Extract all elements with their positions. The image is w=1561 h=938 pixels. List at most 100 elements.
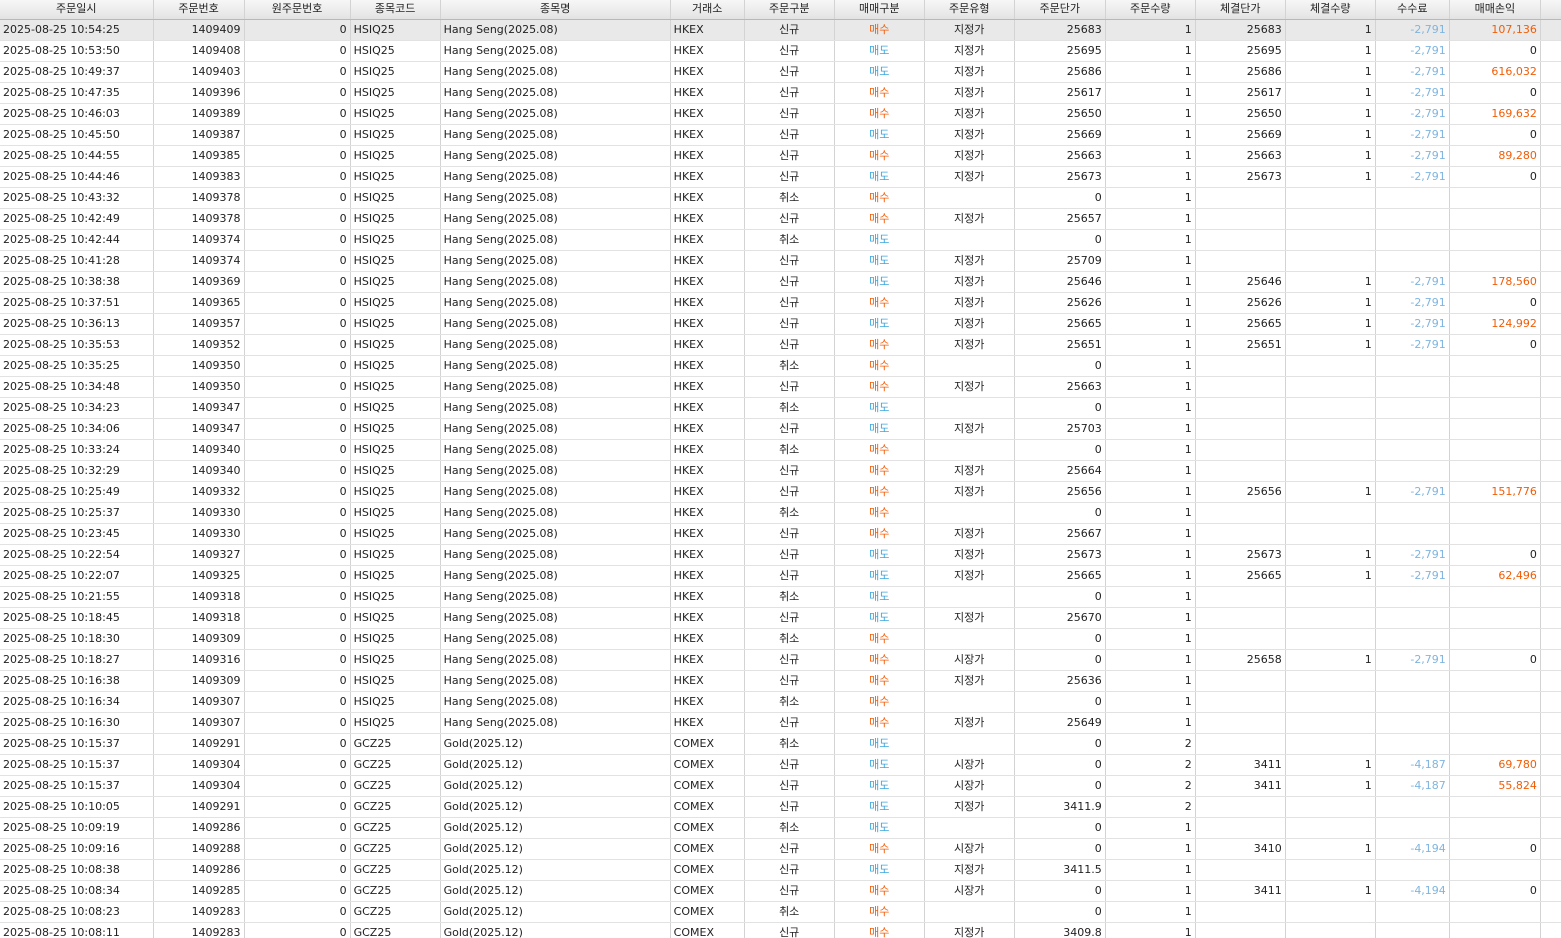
order-type-cell: 지정가	[924, 523, 1015, 545]
order-quantity-cell: 1	[1105, 502, 1196, 524]
header-order-datetime[interactable]: 주문일시	[0, 0, 154, 20]
order-number-cell: 1409352	[153, 334, 245, 356]
exchange-cell: COMEX	[670, 754, 745, 776]
table-row[interactable]: 2025-08-25 10:08:34 1409285 0 GCZ25 Gold(202…	[0, 880, 1561, 902]
table-row[interactable]: 2025-08-25 10:16:38 1409309 0 HSIQ25 Hang Se…	[0, 670, 1561, 692]
table-row[interactable]: 2025-08-25 10:41:28 1409374 0 HSIQ25 Hang Se…	[0, 250, 1561, 272]
exchange-cell: HKEX	[670, 250, 745, 272]
trade-side-cell: 매도	[834, 796, 925, 818]
table-row[interactable]: 2025-08-25 10:23:45 1409330 0 HSIQ25 Hang Se…	[0, 523, 1561, 545]
table-row[interactable]: 2025-08-25 10:53:50 1409408 0 HSIQ25 Hang Se…	[0, 40, 1561, 62]
table-row[interactable]: 2025-08-25 10:16:34 1409307 0 HSIQ25 Hang Se…	[0, 691, 1561, 713]
table-row[interactable]: 2025-08-25 10:25:49 1409332 0 HSIQ25 Hang Se…	[0, 481, 1561, 503]
order-datetime-cell: 2025-08-25 10:32:29	[0, 460, 154, 482]
table-row[interactable]: 2025-08-25 10:10:05 1409291 0 GCZ25 Gold(202…	[0, 796, 1561, 818]
header-fill-price[interactable]: 체결단가	[1195, 0, 1286, 20]
symbol-name-cell: Gold(2025.12)	[440, 817, 671, 839]
order-history-grid[interactable]: 주문일시 주문번호 원주문번호 종목코드 종목명 거래소 주문구분 매매구분 주문유형 주문단가 주…	[0, 0, 1561, 938]
header-extra[interactable]	[1540, 0, 1561, 20]
table-row[interactable]: 2025-08-25 10:18:45 1409318 0 HSIQ25 Hang Se…	[0, 607, 1561, 629]
table-row[interactable]: 2025-08-25 10:35:25 1409350 0 HSIQ25 Hang Se…	[0, 355, 1561, 377]
fill-price-cell	[1195, 502, 1286, 524]
table-row[interactable]: 2025-08-25 10:09:19 1409286 0 GCZ25 Gold(202…	[0, 817, 1561, 839]
table-row[interactable]: 2025-08-25 10:32:29 1409340 0 HSIQ25 Hang Se…	[0, 460, 1561, 482]
header-order-number[interactable]: 주문번호	[153, 0, 245, 20]
table-row[interactable]: 2025-08-25 10:34:48 1409350 0 HSIQ25 Hang Se…	[0, 376, 1561, 398]
order-category-cell: 신규	[744, 838, 835, 860]
order-category-cell: 신규	[744, 418, 835, 440]
table-row[interactable]: 2025-08-25 10:36:13 1409357 0 HSIQ25 Hang Se…	[0, 313, 1561, 335]
fill-quantity-cell: 1	[1285, 544, 1376, 566]
table-row[interactable]: 2025-08-25 10:18:27 1409316 0 HSIQ25 Hang Se…	[0, 649, 1561, 671]
fill-price-cell	[1195, 250, 1286, 272]
table-row[interactable]: 2025-08-25 10:09:16 1409288 0 GCZ25 Gold(202…	[0, 838, 1561, 860]
trade-pnl-cell	[1449, 586, 1541, 608]
original-order-number-cell: 0	[244, 859, 351, 881]
extra-cell	[1540, 586, 1561, 608]
table-row[interactable]: 2025-08-25 10:46:03 1409389 0 HSIQ25 Hang Se…	[0, 103, 1561, 125]
fill-price-cell: 25651	[1195, 334, 1286, 356]
table-row[interactable]: 2025-08-25 10:18:30 1409309 0 HSIQ25 Hang Se…	[0, 628, 1561, 650]
table-row[interactable]: 2025-08-25 10:45:50 1409387 0 HSIQ25 Hang Se…	[0, 124, 1561, 146]
table-row[interactable]: 2025-08-25 10:42:44 1409374 0 HSIQ25 Hang Se…	[0, 229, 1561, 251]
trade-side-cell: 매도	[834, 817, 925, 839]
table-row[interactable]: 2025-08-25 10:22:07 1409325 0 HSIQ25 Hang Se…	[0, 565, 1561, 587]
table-row[interactable]: 2025-08-25 10:16:30 1409307 0 HSIQ25 Hang Se…	[0, 712, 1561, 734]
original-order-number-cell: 0	[244, 40, 351, 62]
table-row[interactable]: 2025-08-25 10:22:54 1409327 0 HSIQ25 Hang Se…	[0, 544, 1561, 566]
table-row[interactable]: 2025-08-25 10:15:37 1409304 0 GCZ25 Gold(202…	[0, 775, 1561, 797]
table-row[interactable]: 2025-08-25 10:34:23 1409347 0 HSIQ25 Hang Se…	[0, 397, 1561, 419]
table-row[interactable]: 2025-08-25 10:43:32 1409378 0 HSIQ25 Hang Se…	[0, 187, 1561, 209]
order-number-cell: 1409409	[153, 19, 245, 41]
header-order-type[interactable]: 주문유형	[924, 0, 1015, 20]
header-exchange[interactable]: 거래소	[670, 0, 745, 20]
order-type-cell	[924, 628, 1015, 650]
table-row[interactable]: 2025-08-25 10:25:37 1409330 0 HSIQ25 Hang Se…	[0, 502, 1561, 524]
table-row[interactable]: 2025-08-25 10:08:38 1409286 0 GCZ25 Gold(202…	[0, 859, 1561, 881]
extra-cell	[1540, 418, 1561, 440]
header-symbol-code[interactable]: 종목코드	[350, 0, 441, 20]
symbol-name-cell: Hang Seng(2025.08)	[440, 334, 671, 356]
header-original-order-number[interactable]: 원주문번호	[244, 0, 351, 20]
trade-side-cell: 매도	[834, 544, 925, 566]
table-row[interactable]: 2025-08-25 10:35:53 1409352 0 HSIQ25 Hang Se…	[0, 334, 1561, 356]
header-order-category[interactable]: 주문구분	[744, 0, 835, 20]
table-row[interactable]: 2025-08-25 10:38:38 1409369 0 HSIQ25 Hang Se…	[0, 271, 1561, 293]
table-row[interactable]: 2025-08-25 10:49:37 1409403 0 HSIQ25 Hang Se…	[0, 61, 1561, 83]
table-row[interactable]: 2025-08-25 10:42:49 1409378 0 HSIQ25 Hang Se…	[0, 208, 1561, 230]
header-symbol-name[interactable]: 종목명	[440, 0, 671, 20]
table-row[interactable]: 2025-08-25 10:37:51 1409365 0 HSIQ25 Hang Se…	[0, 292, 1561, 314]
order-number-cell: 1409316	[153, 649, 245, 671]
order-price-cell: 0	[1014, 355, 1106, 377]
order-datetime-cell: 2025-08-25 10:15:37	[0, 775, 154, 797]
fill-quantity-cell	[1285, 523, 1376, 545]
header-fee[interactable]: 수수료	[1375, 0, 1450, 20]
order-quantity-cell: 1	[1105, 712, 1196, 734]
header-order-price[interactable]: 주문단가	[1014, 0, 1106, 20]
table-row[interactable]: 2025-08-25 10:08:11 1409283 0 GCZ25 Gold(202…	[0, 922, 1561, 938]
exchange-cell: HKEX	[670, 712, 745, 734]
table-row[interactable]: 2025-08-25 10:54:25 1409409 0 HSIQ25 Hang Se…	[0, 19, 1561, 41]
header-order-quantity[interactable]: 주문수량	[1105, 0, 1196, 20]
table-row[interactable]: 2025-08-25 10:15:37 1409304 0 GCZ25 Gold(202…	[0, 754, 1561, 776]
table-row[interactable]: 2025-08-25 10:15:37 1409291 0 GCZ25 Gold(202…	[0, 733, 1561, 755]
symbol-code-cell: GCZ25	[350, 817, 441, 839]
table-row[interactable]: 2025-08-25 10:47:35 1409396 0 HSIQ25 Hang Se…	[0, 82, 1561, 104]
fee-cell: -2,791	[1375, 40, 1450, 62]
table-row[interactable]: 2025-08-25 10:34:06 1409347 0 HSIQ25 Hang Se…	[0, 418, 1561, 440]
table-row[interactable]: 2025-08-25 10:08:23 1409283 0 GCZ25 Gold(202…	[0, 901, 1561, 923]
table-row[interactable]: 2025-08-25 10:44:46 1409383 0 HSIQ25 Hang Se…	[0, 166, 1561, 188]
header-fill-quantity[interactable]: 체결수량	[1285, 0, 1376, 20]
order-type-cell: 지정가	[924, 82, 1015, 104]
order-category-cell: 취소	[744, 586, 835, 608]
header-trade-pnl[interactable]: 매매손익	[1449, 0, 1541, 20]
header-trade-side[interactable]: 매매구분	[834, 0, 925, 20]
original-order-number-cell: 0	[244, 439, 351, 461]
trade-side-cell: 매도	[834, 397, 925, 419]
table-row[interactable]: 2025-08-25 10:33:24 1409340 0 HSIQ25 Hang Se…	[0, 439, 1561, 461]
order-price-cell: 25667	[1014, 523, 1106, 545]
table-row[interactable]: 2025-08-25 10:44:55 1409385 0 HSIQ25 Hang Se…	[0, 145, 1561, 167]
table-row[interactable]: 2025-08-25 10:21:55 1409318 0 HSIQ25 Hang Se…	[0, 586, 1561, 608]
order-price-cell: 3409.8	[1014, 922, 1106, 938]
fill-quantity-cell	[1285, 586, 1376, 608]
